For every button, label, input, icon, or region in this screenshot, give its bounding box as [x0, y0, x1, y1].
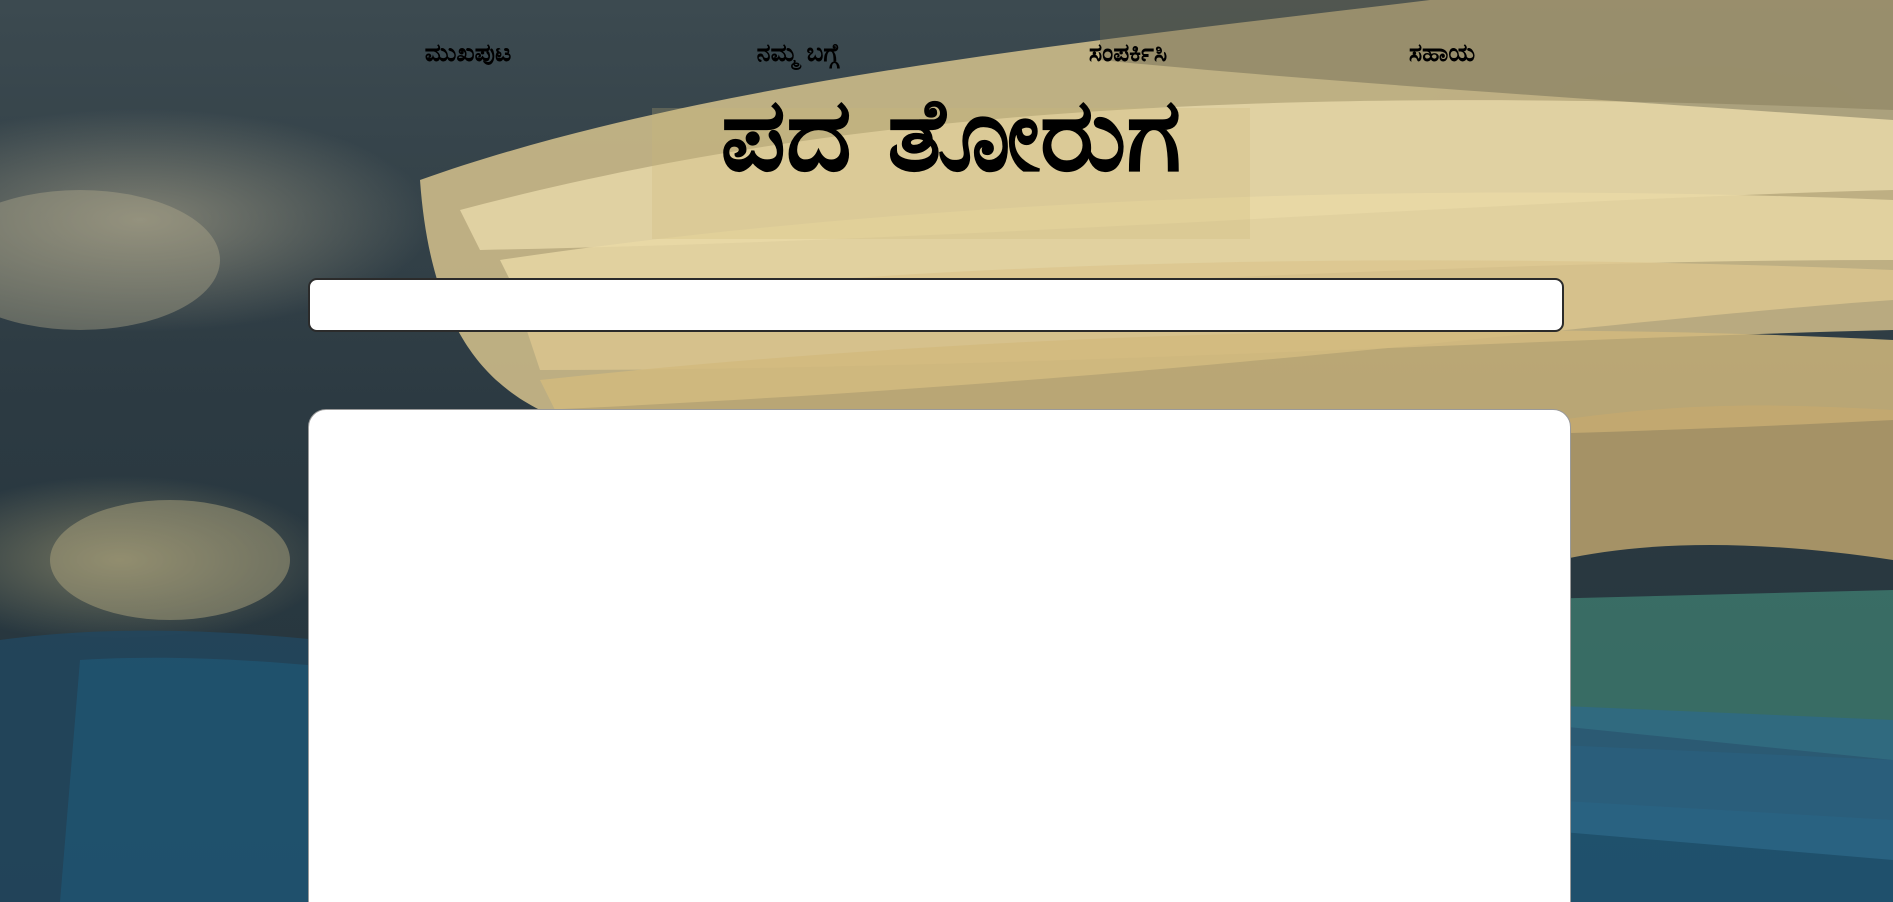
nav-link-contact[interactable]: ಸಂಪರ್ಕಿಸಿ: [1089, 38, 1167, 68]
title-banner: ಪದ ತೋರುಗ: [652, 85, 1250, 239]
nav-link-home[interactable]: ಮುಖಪುಟ: [425, 38, 512, 68]
search-input[interactable]: [308, 278, 1564, 332]
nav-link-about-us[interactable]: ನಮ್ಮ ಬಗ್ಗೆ: [757, 38, 840, 68]
nav-link-help[interactable]: ಸಹಾಯ: [1409, 38, 1475, 68]
results-panel: [308, 409, 1571, 902]
top-navigation: ಮುಖಪುಟ ನಮ್ಮ ಬಗ್ಗೆ ಸಂಪರ್ಕಿಸಿ ಸಹಾಯ: [0, 38, 1893, 74]
page-title: ಪದ ತೋರುಗ: [720, 76, 1182, 196]
